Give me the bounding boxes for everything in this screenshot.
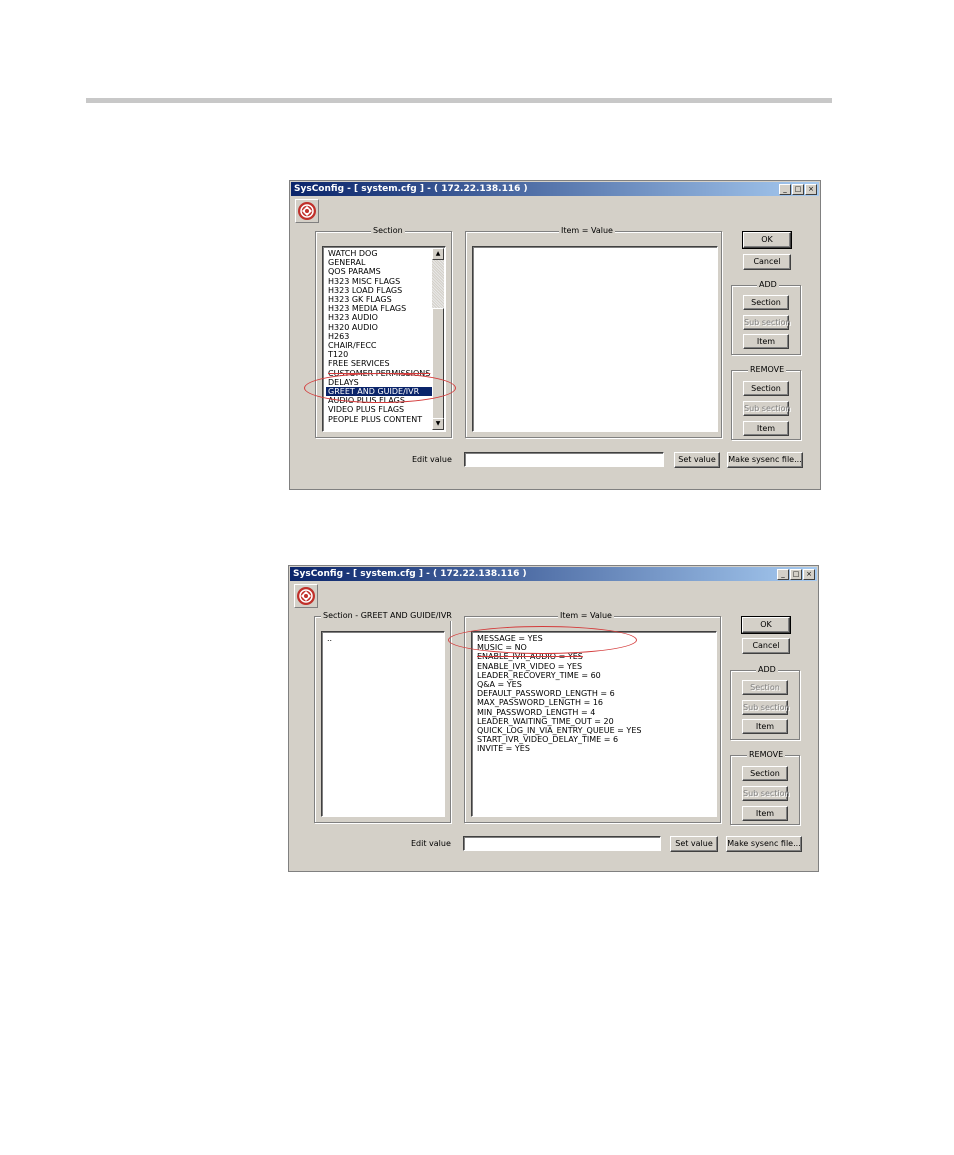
section-list-item[interactable]: H323 GK FLAGS [326,295,432,304]
item-value-row[interactable]: QUICK_LOG_IN_VIA_ENTRY_QUEUE = YES [475,726,643,735]
ok-button[interactable]: OK [742,231,792,249]
section-list-item[interactable]: T120 [326,350,432,359]
make-sysenc-file-button[interactable]: Make sysenc file... [726,836,802,852]
add-item-button[interactable]: Item [742,719,788,734]
items-listbox[interactable] [472,246,718,432]
section-list-item[interactable]: CUSTOMER PERMISSIONS [326,369,432,378]
edit-value-input[interactable] [463,836,661,851]
section-list-item[interactable]: H323 LOAD FLAGS [326,286,432,295]
page-header-rule [86,98,832,103]
section-listbox[interactable]: WATCH DOG GENERAL QOS PARAMS H323 MISC FLAG… [322,246,446,432]
item-value-row[interactable]: MIN_PASSWORD_LENGTH = 4 [475,708,643,717]
remove-group: REMOVE Section Sub section Item [730,750,800,825]
item-value-row[interactable]: START_IVR_VIDEO_DELAY_TIME = 6 [475,735,643,744]
remove-subsection-button[interactable]: Sub section [742,786,790,801]
section-list-item[interactable]: CHAIR/FECC [326,341,432,350]
items-group-label: Item = Value [559,226,615,236]
item-value-row[interactable]: LEADER_WAITING_TIME_OUT = 20 [475,717,643,726]
item-value-row[interactable]: MUSIC = NO [475,643,643,652]
section-list-item[interactable]: VIDEO PLUS FLAGS [326,405,432,414]
section-list-item[interactable]: H320 AUDIO [326,323,432,332]
add-subsection-button[interactable]: Sub section [743,315,791,330]
minimize-button[interactable]: _ [777,569,789,580]
remove-section-button[interactable]: Section [742,766,788,781]
item-value-row[interactable]: MESSAGE = YES [475,634,643,643]
remove-subsection-button[interactable]: Sub section [743,401,791,416]
remove-item-button[interactable]: Item [743,421,789,436]
item-value-row[interactable]: LEADER_RECOVERY_TIME = 60 [475,671,643,680]
section-list-item[interactable]: H323 AUDIO [326,313,432,322]
scroll-up-button[interactable]: ▲ [432,248,444,260]
app-logo-icon [295,199,319,223]
section-scrollbar[interactable]: ▲ ▼ [432,248,444,430]
add-item-button[interactable]: Item [743,334,789,349]
close-button[interactable]: × [805,184,817,195]
section-list-item[interactable]: QOS PARAMS [326,267,432,276]
maximize-button[interactable]: □ [792,184,804,195]
edit-value-label: Edit value [411,839,451,848]
add-group-label: ADD [757,280,779,290]
remove-group: REMOVE Section Sub section Item [731,365,801,440]
edit-value-label: Edit value [412,455,452,464]
sysconfig-window-section-list: SysConfig - [ system.cfg ] - ( 172.22.13… [289,180,821,490]
section-list-item[interactable]: PEOPLE PLUS CONTENT [326,415,432,424]
ok-button[interactable]: OK [741,616,791,634]
add-section-button[interactable]: Section [743,295,789,310]
cancel-button[interactable]: Cancel [743,254,791,270]
add-subsection-button[interactable]: Sub section [742,700,790,715]
section-list-item[interactable]: DELAYS [326,378,432,387]
window-title: SysConfig - [ system.cfg ] - ( 172.22.13… [294,184,528,194]
add-group-label: ADD [756,665,778,675]
items-group: Item = Value [465,226,722,438]
section-group: Section WATCH DOG GENERAL QOS PARAMS H323 M… [315,226,452,438]
section-list: .. [325,634,334,643]
app-logo-icon [294,584,318,608]
item-value-row[interactable]: ENABLE_IVR_VIDEO = YES [475,662,643,671]
section-listbox[interactable]: .. [321,631,445,817]
section-group: Section - GREET AND GUIDE/IVR .. [314,611,454,823]
items-group-label: Item = Value [558,611,614,621]
section-list-item[interactable]: GENERAL [326,258,432,267]
section-list-item[interactable]: GREET AND GUIDE/IVR [326,387,433,397]
remove-group-label: REMOVE [748,365,787,375]
title-bar[interactable]: SysConfig - [ system.cfg ] - ( 172.22.13… [291,182,819,196]
item-value-row[interactable]: MAX_PASSWORD_LENGTH = 16 [475,698,643,707]
item-value-row[interactable]: DEFAULT_PASSWORD_LENGTH = 6 [475,689,643,698]
section-list-item[interactable]: H323 MISC FLAGS [326,277,432,286]
item-value-list: MESSAGE = YES MUSIC = NO ENABLE_IVR_AUDIO … [475,634,643,754]
minimize-button[interactable]: _ [779,184,791,195]
section-group-label: Section - GREET AND GUIDE/IVR [321,611,454,621]
remove-group-label: REMOVE [747,750,786,760]
section-list-item[interactable]: .. [325,634,334,643]
close-button[interactable]: × [803,569,815,580]
remove-item-button[interactable]: Item [742,806,788,821]
add-group: ADD Section Sub section Item [730,665,800,740]
edit-value-input[interactable] [464,452,664,467]
scroll-down-button[interactable]: ▼ [432,418,444,430]
section-list: WATCH DOG GENERAL QOS PARAMS H323 MISC FLAG… [326,249,433,424]
window-title: SysConfig - [ system.cfg ] - ( 172.22.13… [293,569,527,579]
set-value-button[interactable]: Set value [670,836,718,852]
section-list-item[interactable]: H263 [326,332,432,341]
section-list-item[interactable]: WATCH DOG [326,249,432,258]
section-list-item[interactable]: AUDIO PLUS FLAGS [326,396,432,405]
item-value-row[interactable]: Q&A = YES [475,680,643,689]
cancel-button[interactable]: Cancel [742,638,790,654]
section-group-label: Section [371,226,405,236]
add-group: ADD Section Sub section Item [731,280,801,355]
items-group: Item = Value MESSAGE = YES MUSIC = NO ENAB… [464,611,721,823]
section-list-item[interactable]: H323 MEDIA FLAGS [326,304,432,313]
scroll-thumb[interactable] [432,308,444,420]
items-listbox[interactable]: MESSAGE = YES MUSIC = NO ENABLE_IVR_AUDIO … [471,631,717,817]
item-value-row[interactable]: INVITE = YES [475,744,643,753]
make-sysenc-file-button[interactable]: Make sysenc file... [727,452,803,468]
item-value-row[interactable]: ENABLE_IVR_AUDIO = YES [475,652,643,661]
title-bar[interactable]: SysConfig - [ system.cfg ] - ( 172.22.13… [290,567,817,581]
sysconfig-window-items-list: SysConfig - [ system.cfg ] - ( 172.22.13… [288,565,819,872]
maximize-button[interactable]: □ [790,569,802,580]
section-list-item[interactable]: FREE SERVICES [326,359,432,368]
add-section-button[interactable]: Section [742,680,788,695]
set-value-button[interactable]: Set value [674,452,720,468]
remove-section-button[interactable]: Section [743,381,789,396]
